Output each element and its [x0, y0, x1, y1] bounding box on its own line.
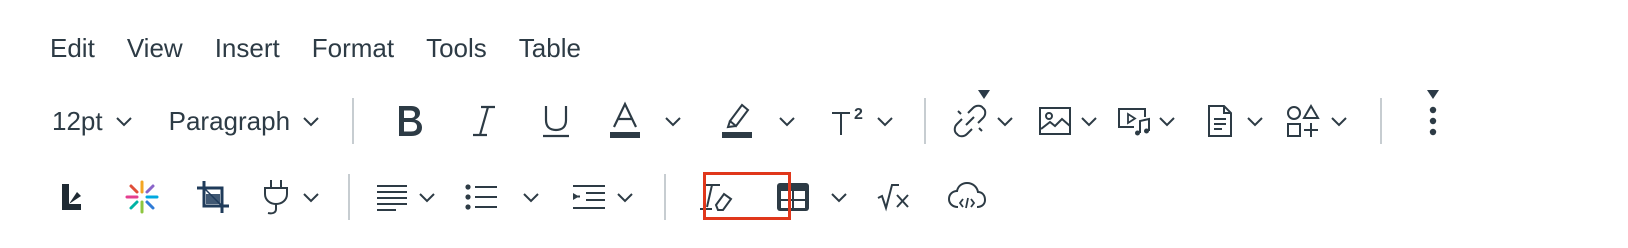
menu-format[interactable]: Format	[312, 33, 394, 64]
cloud-embed-icon	[948, 181, 986, 209]
underline-icon	[543, 106, 570, 138]
chevron-down-icon	[303, 193, 319, 203]
underline-button[interactable]	[536, 96, 576, 146]
block-format-select[interactable]: Paragraph	[169, 96, 322, 146]
bold-icon	[399, 106, 423, 136]
apps-icon	[1287, 104, 1320, 137]
chevron-down-icon	[779, 117, 795, 127]
document-icon	[1208, 105, 1233, 137]
menu-tools[interactable]: Tools	[426, 33, 487, 64]
menu-view[interactable]: View	[127, 33, 183, 64]
chevron-down-icon	[997, 117, 1013, 127]
media-button[interactable]	[1116, 96, 1178, 146]
chevron-down-icon	[115, 117, 132, 127]
sparkle-tool-button[interactable]	[124, 172, 160, 222]
chevron-down-icon	[523, 193, 539, 203]
chevron-down-icon	[617, 193, 633, 203]
superscript-button[interactable]: 2	[830, 96, 896, 146]
chevron-down-icon	[419, 193, 435, 203]
chevron-down-icon	[665, 117, 681, 127]
chevron-down-icon	[1331, 117, 1347, 127]
crop-tool-button[interactable]	[196, 172, 230, 222]
document-button[interactable]	[1206, 96, 1266, 146]
font-size-select[interactable]: 12pt	[52, 96, 135, 146]
align-left-icon	[377, 185, 407, 211]
highlight-icon	[722, 103, 753, 138]
chevron-down-icon	[1247, 117, 1263, 127]
equation-button[interactable]	[876, 172, 912, 222]
toolbar-separator	[664, 174, 666, 220]
menu-insert[interactable]: Insert	[215, 33, 280, 64]
more-button[interactable]	[1420, 90, 1446, 146]
indent-button[interactable]	[572, 172, 636, 222]
link-button[interactable]	[952, 90, 1016, 146]
block-format-value: Paragraph	[168, 105, 291, 136]
superscript-icon: 2	[832, 106, 863, 135]
text-color-button[interactable]	[608, 96, 684, 146]
menu-edit[interactable]: Edit	[50, 33, 95, 64]
chevron-down-icon	[1081, 117, 1097, 127]
media-icon	[1118, 108, 1151, 136]
image-icon	[1039, 107, 1072, 135]
more-vertical-icon	[1429, 106, 1437, 136]
italic-button[interactable]	[464, 96, 504, 146]
text-color-icon	[610, 101, 641, 138]
image-button[interactable]	[1038, 96, 1100, 146]
indent-icon	[573, 185, 605, 209]
link-icon	[953, 104, 987, 138]
chevron-down-icon	[1159, 117, 1175, 127]
menu-table[interactable]: Table	[519, 33, 581, 64]
crop-icon	[197, 181, 229, 213]
chevron-down-icon	[303, 117, 319, 127]
toolbar-row-2	[0, 168, 986, 226]
focus-highlight-box	[703, 172, 791, 220]
toolbar-row-1: 12pt Paragraph 2	[0, 90, 1446, 150]
plug-icon	[264, 180, 288, 215]
bold-button[interactable]	[390, 96, 430, 146]
chevron-down-icon	[877, 117, 893, 127]
menu-bar: Edit View Insert Format Tools Table	[0, 28, 613, 68]
toolbar-separator	[924, 98, 927, 144]
bullet-list-button[interactable]	[464, 172, 542, 222]
italic-icon	[473, 105, 496, 137]
caret-marker	[978, 90, 991, 99]
apps-button[interactable]	[1286, 96, 1350, 146]
font-size-value: 12pt	[52, 105, 103, 136]
toolbar-separator	[1380, 98, 1383, 144]
lti-logo-icon	[62, 184, 81, 210]
toolbar-separator	[352, 98, 355, 144]
caret-marker	[1427, 90, 1440, 99]
cloud-embed-button[interactable]	[948, 172, 986, 222]
svg-text:2: 2	[854, 106, 863, 123]
toolbar-separator	[348, 174, 350, 220]
equation-icon	[877, 184, 909, 212]
bullet-list-icon	[465, 184, 497, 210]
highlight-color-button[interactable]	[720, 96, 798, 146]
sparkle-icon	[125, 180, 159, 214]
plugin-button[interactable]	[260, 172, 322, 222]
lti-tool-button[interactable]	[56, 172, 86, 222]
align-button[interactable]	[376, 172, 438, 222]
chevron-down-icon	[831, 193, 847, 203]
